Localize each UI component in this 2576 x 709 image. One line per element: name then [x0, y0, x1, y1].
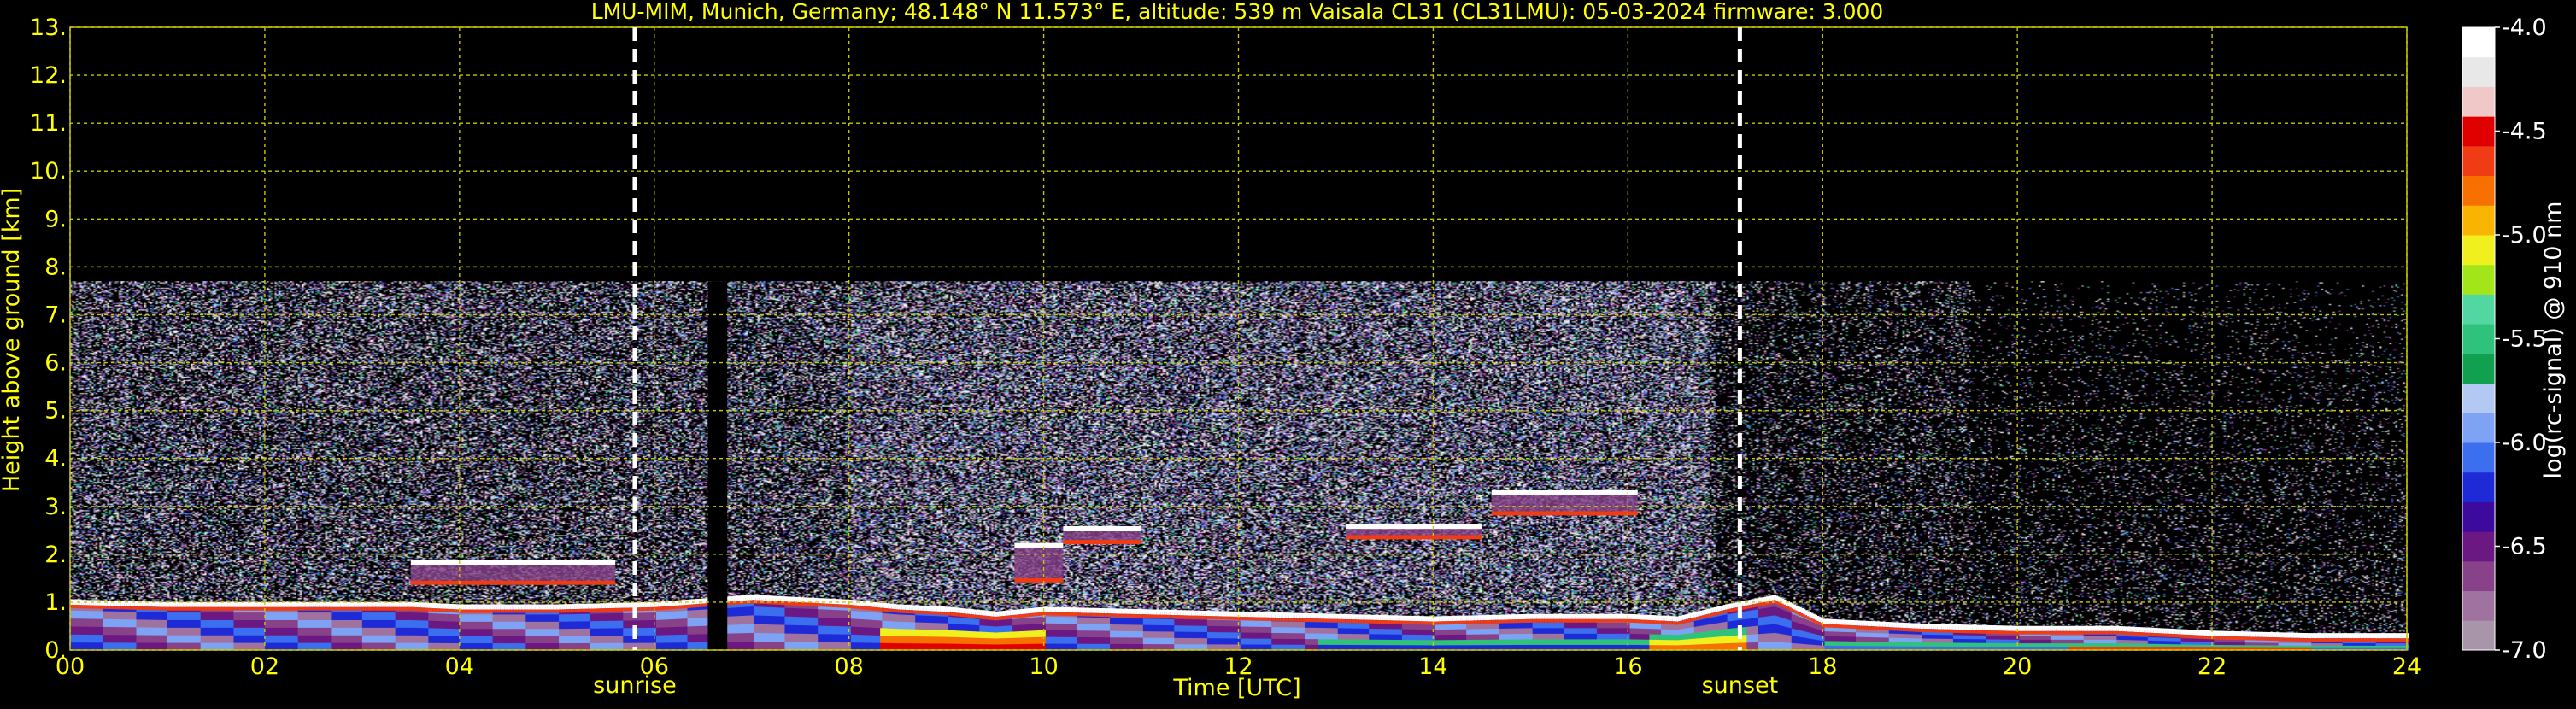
chart-svg: LMU-MIM, Munich, Germany; 48.148° N 11.5… — [0, 0, 2567, 701]
y-axis-label: Height above ground [km] — [0, 188, 25, 492]
ceilometer-chart: LMU-MIM, Munich, Germany; 48.148° N 11.5… — [0, 0, 2576, 706]
chart-title: LMU-MIM, Munich, Germany; 48.148° N 11.5… — [591, 0, 1884, 24]
plot-area: 00 02 04 06 08 10 12 14 16 18 20 22 240.1.2.3.4.5.6.… — [30, 15, 2421, 699]
